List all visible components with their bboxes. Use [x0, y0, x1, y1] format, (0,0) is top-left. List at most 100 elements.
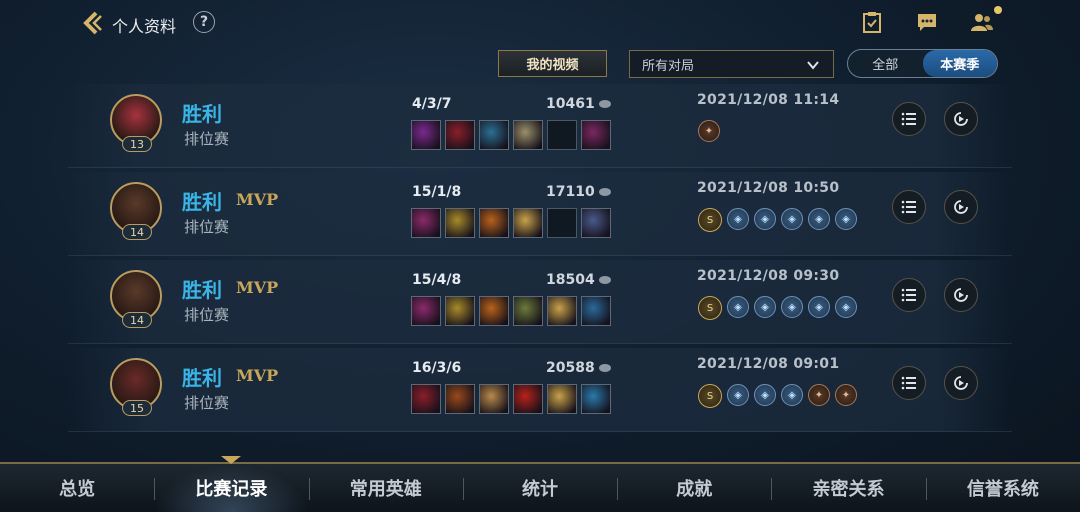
item-icon [411, 384, 441, 414]
empty-item-slot [547, 208, 577, 238]
list-icon [901, 112, 916, 126]
match-row[interactable]: 15 胜利 MVP 排位赛 16/3/6 20588 2021/12/08 09:01 S ◈ ◈… [68, 348, 1012, 432]
achievement-badges: S ◈ ◈ ◈ ◈ ◈ [698, 208, 857, 232]
achievement-badge-icon: ◈ [727, 296, 749, 318]
match-detail-button[interactable] [892, 102, 926, 136]
match-result: 胜利 [182, 190, 222, 214]
nav-tab[interactable]: 总览 [0, 464, 154, 512]
item-build [411, 296, 611, 326]
item-icon [581, 208, 611, 238]
achievement-badge-icon: ◈ [781, 208, 803, 230]
help-button[interactable]: ? [193, 11, 215, 33]
notification-dot [994, 6, 1002, 14]
match-result: 胜利 [182, 278, 222, 302]
item-icon [547, 296, 577, 326]
coin-icon [598, 276, 611, 284]
nav-tab[interactable]: 比赛记录 [154, 464, 309, 512]
achievement-badge-icon: ◈ [808, 208, 830, 230]
nav-tab[interactable]: 成就 [617, 464, 771, 512]
score-value: 17110 [546, 184, 595, 200]
nav-tab[interactable]: 信誉系统 [925, 464, 1080, 512]
achievement-badge-icon: ◈ [754, 208, 776, 230]
season-toggle[interactable]: 全部 本赛季 [847, 49, 998, 78]
match-mode: 排位赛 [184, 218, 230, 236]
list-icon [901, 376, 916, 390]
chat-icon [918, 14, 936, 31]
score-value: 18504 [546, 272, 595, 288]
kda: 16/3/6 [412, 360, 462, 376]
list-icon [901, 200, 916, 214]
item-build [411, 120, 611, 150]
chat-button[interactable] [915, 10, 941, 36]
achievement-badges: S ◈ ◈ ◈ ◈ ◈ [698, 296, 857, 320]
achievement-badge-icon: S [698, 208, 722, 232]
clipboard-check-icon [863, 12, 881, 33]
coin-icon [598, 100, 611, 108]
match-row[interactable]: 14 胜利 MVP 排位赛 15/4/8 18504 2021/12/08 09:30 S ◈ ◈… [68, 260, 1012, 344]
list-icon [901, 288, 916, 302]
match-result: 胜利 [182, 366, 222, 390]
replay-button[interactable] [944, 366, 978, 400]
replay-button[interactable] [944, 102, 978, 136]
bottom-nav: 总览 比赛记录 常用英雄 统计 成就 亲密关系 信誉系统 [0, 462, 1080, 512]
replay-icon [954, 288, 968, 302]
item-icon [445, 120, 475, 150]
nav-tab[interactable]: 亲密关系 [771, 464, 925, 512]
replay-button[interactable] [944, 278, 978, 312]
item-icon [581, 120, 611, 150]
achievement-badge-icon: ◈ [835, 296, 857, 318]
match-mode: 排位赛 [184, 306, 230, 324]
match-mode: 排位赛 [184, 130, 230, 148]
item-icon [513, 384, 543, 414]
item-icon [479, 120, 509, 150]
item-build [411, 208, 611, 238]
gold-score: 17110 [546, 184, 611, 200]
task-button[interactable] [860, 10, 886, 36]
friends-button[interactable] [970, 6, 1002, 36]
match-datetime: 2021/12/08 10:50 [697, 180, 840, 196]
match-detail-button[interactable] [892, 190, 926, 224]
item-icon [411, 120, 441, 150]
item-icon [479, 384, 509, 414]
item-icon [411, 296, 441, 326]
my-videos-button[interactable]: 我的视频 [498, 50, 607, 77]
chevron-down-icon [807, 61, 819, 70]
match-mode: 排位赛 [184, 394, 230, 412]
nav-tab[interactable]: 统计 [462, 464, 617, 512]
achievement-badge-icon: ✦ [835, 384, 857, 406]
hero-level: 13 [122, 136, 152, 152]
achievement-badge-icon: ✦ [698, 120, 720, 142]
achievement-badge-icon: ✦ [808, 384, 830, 406]
hero-level: 14 [122, 224, 152, 240]
match-datetime: 2021/12/08 11:14 [697, 92, 840, 108]
kda: 4/3/7 [412, 96, 452, 112]
item-icon [445, 384, 475, 414]
item-icon [445, 208, 475, 238]
kda: 15/4/8 [412, 272, 462, 288]
replay-icon [954, 200, 968, 214]
hero-level: 14 [122, 312, 152, 328]
coin-icon [598, 364, 611, 372]
coin-icon [598, 188, 611, 196]
item-icon [411, 208, 441, 238]
match-detail-button[interactable] [892, 278, 926, 312]
tab-this-season[interactable]: 本赛季 [922, 50, 997, 77]
item-icon [513, 208, 543, 238]
match-datetime: 2021/12/08 09:30 [697, 268, 840, 284]
match-row[interactable]: 14 胜利 MVP 排位赛 15/1/8 17110 2021/12/08 10:50 S ◈ ◈… [68, 172, 1012, 256]
item-build [411, 384, 611, 414]
achievement-badge-icon: S [698, 296, 722, 320]
match-filter-select[interactable]: 所有对局 [629, 50, 834, 78]
hero-level: 15 [122, 400, 152, 416]
replay-icon [954, 376, 968, 390]
achievement-badges: ✦ [698, 120, 720, 142]
page-title: 个人资料 [112, 17, 177, 36]
match-detail-button[interactable] [892, 366, 926, 400]
achievement-badge-icon: ◈ [727, 384, 749, 406]
replay-button[interactable] [944, 190, 978, 224]
match-row[interactable]: 13 胜利 排位赛 4/3/7 10461 2021/12/08 11:14 ✦ [68, 84, 1012, 168]
back-button[interactable] [78, 8, 108, 38]
tab-all[interactable]: 全部 [848, 50, 923, 77]
nav-tab[interactable]: 常用英雄 [308, 464, 463, 512]
item-icon [445, 296, 475, 326]
